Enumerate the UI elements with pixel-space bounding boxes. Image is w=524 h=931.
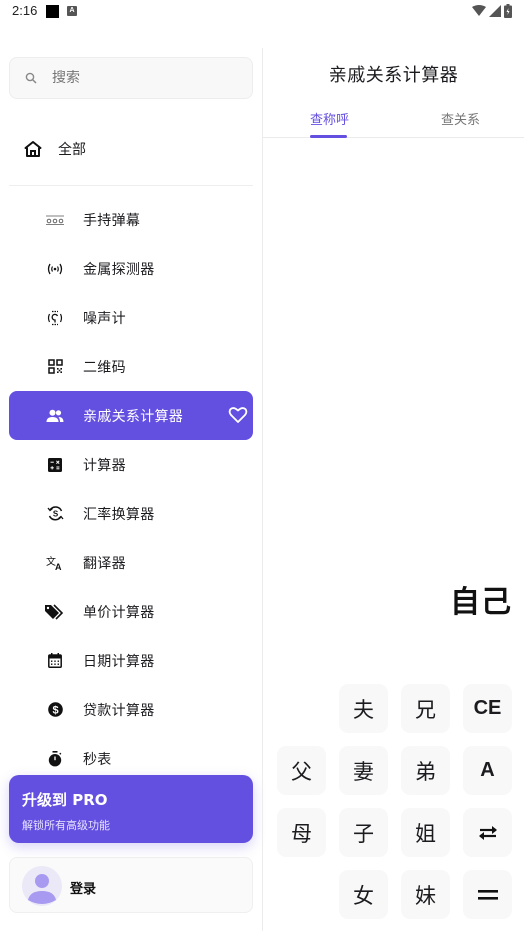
- sidebar-item-label: 翻译器: [83, 555, 126, 572]
- sidebar-item-label: 单价计算器: [83, 604, 155, 621]
- sensor-icon: [45, 259, 65, 279]
- sidebar-item-unit-price[interactable]: 单价计算器: [9, 587, 253, 636]
- sidebar-item-date-calculator[interactable]: 日期计算器: [9, 636, 253, 685]
- key-button[interactable]: 兄: [401, 684, 450, 733]
- sidebar-item-noise-meter[interactable]: 噪声计: [9, 293, 253, 342]
- sidebar-item-qr-code[interactable]: 二维码: [9, 342, 253, 391]
- marquee-icon: [45, 210, 65, 230]
- sidebar-item-label: 噪声计: [83, 310, 126, 327]
- calculator-icon: [45, 455, 65, 475]
- svg-text:$: $: [52, 704, 58, 716]
- home-icon: [23, 139, 43, 159]
- sidebar-item-translator[interactable]: 文A 翻译器: [9, 538, 253, 587]
- sidebar-item-label: 手持弹幕: [83, 212, 141, 229]
- status-time: 2:16: [12, 3, 38, 18]
- sidebar-item-label: 计算器: [83, 457, 126, 474]
- pro-title: 升级到 PRO: [22, 791, 108, 809]
- key-button[interactable]: 弟: [401, 746, 450, 795]
- key-button[interactable]: 姐: [401, 808, 450, 857]
- signal-icon: [489, 5, 501, 17]
- sidebar-nav: 手持弹幕 金属探测器 噪声计 二维码 亲戚关系计算器 计算器 S 汇率换算器 文…: [9, 195, 253, 783]
- key-button[interactable]: 母: [277, 808, 326, 857]
- sidebar-item-label: 贷款计算器: [83, 702, 155, 719]
- divider: [9, 185, 253, 186]
- a-badge-icon: A: [67, 6, 77, 16]
- key-button[interactable]: A: [463, 746, 512, 795]
- key-button[interactable]: CE: [463, 684, 512, 733]
- stopwatch-icon: [45, 749, 65, 769]
- svg-text:S: S: [52, 510, 58, 519]
- sidebar-item-metal-detector[interactable]: 金属探测器: [9, 244, 253, 293]
- sidebar-item-relative-calculator[interactable]: 亲戚关系计算器: [9, 391, 253, 440]
- main-pane: 亲戚关系计算器 查称呼 查关系 自己 夫兄 CE 父妻弟 A 母子姐女妹: [263, 24, 524, 931]
- key-button[interactable]: 夫: [339, 684, 388, 733]
- upgrade-pro-card[interactable]: 升级到 PRO 解锁所有高级功能: [9, 775, 253, 843]
- black-square-icon: [46, 5, 59, 18]
- login-label: 登录: [70, 882, 97, 897]
- svg-text:A: A: [55, 562, 62, 571]
- user-icon: [28, 874, 56, 904]
- tags-icon: [45, 602, 65, 622]
- sidebar-item-currency-converter[interactable]: S 汇率换算器: [9, 489, 253, 538]
- key-equals[interactable]: [463, 870, 512, 919]
- key-button[interactable]: 女: [339, 870, 388, 919]
- translate-icon: 文A: [45, 553, 65, 573]
- system-icons: [472, 4, 512, 18]
- search-input[interactable]: [52, 70, 232, 86]
- calendar-icon: [45, 651, 65, 671]
- qr-code-icon: [45, 357, 65, 377]
- sidebar-item-loan-calculator[interactable]: $ 贷款计算器: [9, 685, 253, 734]
- sidebar-item-label: 金属探测器: [83, 261, 155, 278]
- sidebar-item-calculator[interactable]: 计算器: [9, 440, 253, 489]
- sidebar-item-label: 全部: [58, 142, 86, 158]
- sidebar-item-label: 秒表: [83, 751, 112, 768]
- keypad: 夫兄 CE 父妻弟 A 母子姐女妹: [263, 24, 524, 931]
- sidebar-item-label: 汇率换算器: [83, 506, 155, 523]
- key-button[interactable]: 妹: [401, 870, 450, 919]
- people-icon: [45, 406, 65, 426]
- heart-outline-icon[interactable]: [228, 405, 248, 425]
- key-swap[interactable]: [463, 808, 512, 857]
- key-button[interactable]: 父: [277, 746, 326, 795]
- dollar-circle-icon: $: [45, 700, 65, 720]
- battery-charging-icon: [504, 4, 512, 18]
- pro-subtitle: 解锁所有高级功能: [22, 819, 110, 832]
- noise-icon: [45, 308, 65, 328]
- sidebar-item-label: 二维码: [83, 359, 126, 376]
- search-icon: [24, 71, 38, 85]
- sidebar-item-marquee[interactable]: 手持弹幕: [9, 195, 253, 244]
- currency-exchange-icon: S: [45, 504, 65, 524]
- sidebar: 全部 手持弹幕 金属探测器 噪声计 二维码: [0, 24, 262, 931]
- sidebar-item-all[interactable]: 全部: [9, 124, 253, 174]
- sidebar-item-label: 亲戚关系计算器: [83, 408, 184, 425]
- avatar: [22, 866, 62, 906]
- wifi-icon: [472, 5, 486, 16]
- swap-icon: [477, 825, 499, 841]
- login-card[interactable]: 登录: [9, 857, 253, 913]
- equals-icon: [477, 889, 498, 901]
- key-button[interactable]: 子: [339, 808, 388, 857]
- status-bar: 2:16 A: [0, 0, 524, 24]
- key-button[interactable]: 妻: [339, 746, 388, 795]
- search-box[interactable]: [9, 57, 253, 99]
- sidebar-item-label: 日期计算器: [83, 653, 155, 670]
